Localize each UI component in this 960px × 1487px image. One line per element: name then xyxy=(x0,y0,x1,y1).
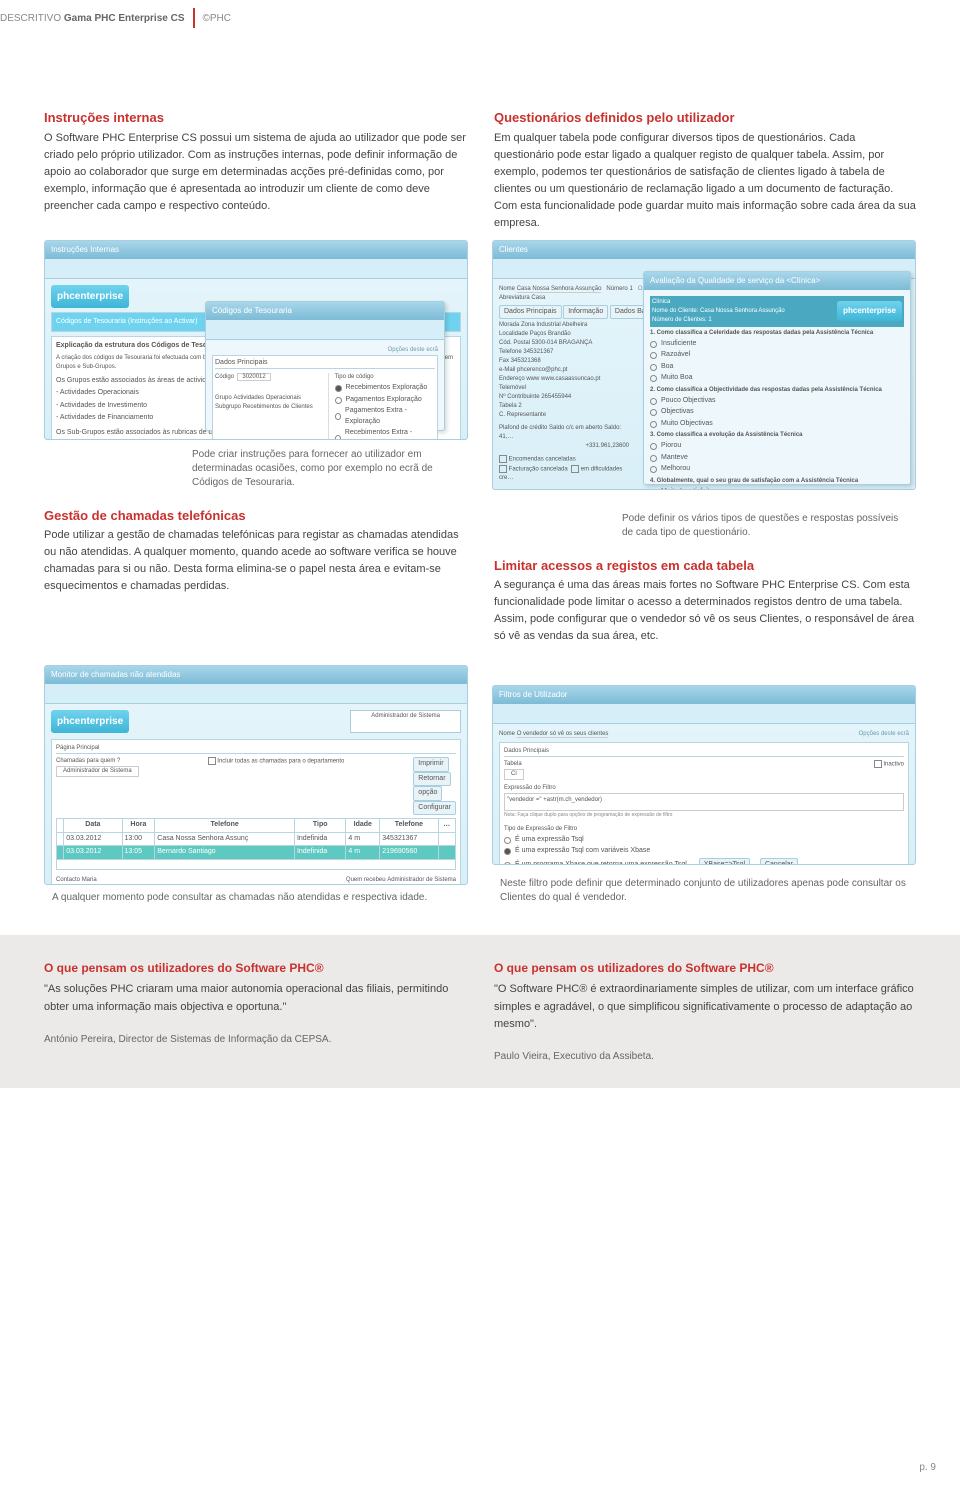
xbase-button[interactable]: XBase=>Tsql xyxy=(699,858,750,866)
window-toolbar xyxy=(45,259,467,279)
testimonial2-author: Paulo Vieira, Executivo da Assibeta. xyxy=(494,1049,916,1064)
header-rule xyxy=(193,8,195,28)
section-instrucoes-heading: Instruções internas xyxy=(44,108,466,128)
section-chamadas-heading: Gestão de chamadas telefónicas xyxy=(44,506,466,526)
testimonials-block: O que pensam os utilizadores do Software… xyxy=(0,935,960,1087)
caption-instrucoes: Pode criar instruções para fornecer ao u… xyxy=(184,448,468,490)
cancel-button[interactable]: Cancelar xyxy=(760,858,798,866)
brand-logo: phcenterprise xyxy=(51,285,129,308)
section-questionarios-heading: Questionários definidos pelo utilizador xyxy=(494,108,916,128)
page-number: p. 9 xyxy=(919,1460,936,1475)
header-copyright: ©PHC xyxy=(203,11,231,26)
return-button[interactable]: Retornar xyxy=(413,772,450,787)
testimonial2-quote: "O Software PHC® é extraordinariamente s… xyxy=(494,981,916,1032)
caption-filtros: Neste filtro pode definir que determinad… xyxy=(492,877,916,905)
section-instrucoes-body: O Software PHC Enterprise CS possui um s… xyxy=(44,130,466,215)
subwindow-survey: Avaliação da Qualidade de serviço da <Cl… xyxy=(643,271,911,485)
section-questionarios-body: Em qualquer tabela pode configurar diver… xyxy=(494,130,916,232)
tab-informacao[interactable]: Informação xyxy=(563,305,608,320)
table-row: 03.03.201213:00Casa Nossa Senhora Assunç… xyxy=(57,832,456,846)
caption-questionarios: Pode definir os vários tipos de questões… xyxy=(614,512,916,540)
screenshot-chamadas: Monitor de chamadas não atendidas phcent… xyxy=(44,665,468,885)
screenshot-instrucoes-internas: Instruções Internas phcenterprise Código… xyxy=(44,240,468,440)
table-row: 03.03.201213:05Bernardo SantiagoIndefini… xyxy=(57,846,456,860)
tab-dados-principais[interactable]: Dados Principais xyxy=(499,305,562,320)
option-button[interactable]: opção xyxy=(413,786,442,801)
config-button[interactable]: Configurar xyxy=(413,801,456,816)
testimonial1-quote: "As soluções PHC criaram uma maior auton… xyxy=(44,981,466,1015)
print-button[interactable]: Imprimir xyxy=(413,757,448,772)
testimonial1-heading: O que pensam os utilizadores do Software… xyxy=(44,959,466,977)
subwindow-codigos-tesouraria: Códigos de Tesouraria Opções deste ecrã … xyxy=(205,301,445,431)
page-header: DESCRITIVO Gama PHC Enterprise CS ©PHC xyxy=(0,0,960,48)
header-descriptive: DESCRITIVO Gama PHC Enterprise CS xyxy=(0,11,185,26)
testimonial2-heading: O que pensam os utilizadores do Software… xyxy=(494,959,916,977)
section-chamadas-body: Pode utilizar a gestão de chamadas telef… xyxy=(44,527,466,595)
screenshot-filtros: Filtros de Utilizador Nome O vendedor só… xyxy=(492,685,916,865)
screenshot-questionarios: Clientes Nome Casa Nossa Senhora Assunçã… xyxy=(492,240,916,490)
testimonial1-author: António Pereira, Director de Sistemas de… xyxy=(44,1032,466,1047)
window-title: Instruções Internas xyxy=(45,241,467,259)
section-limitar-body: A segurança é uma das áreas mais fortes … xyxy=(494,577,916,645)
calls-table[interactable]: DataHoraTelefoneTipoIdadeTelefone… 03.03… xyxy=(56,818,456,870)
section-limitar-heading: Limitar acessos a registos em cada tabel… xyxy=(494,556,916,576)
caption-chamadas: A qualquer momento pode consultar as cha… xyxy=(44,891,468,905)
